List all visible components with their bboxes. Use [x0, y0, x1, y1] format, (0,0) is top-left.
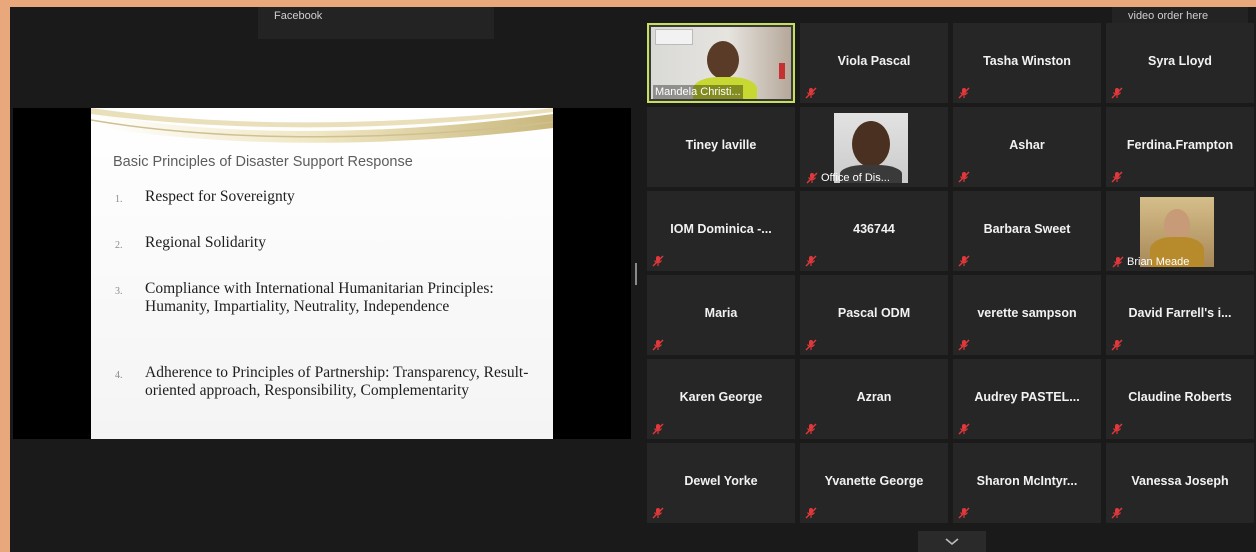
participant-name: Sharon McIntyr...: [976, 474, 1078, 488]
participant-name: Azran: [856, 390, 892, 404]
participant-name: Ashar: [1009, 138, 1045, 152]
mic-muted-icon: [958, 507, 970, 519]
participant-tile[interactable]: IOM Dominica -...: [647, 191, 795, 271]
mic-muted-icon: [805, 507, 817, 519]
participant-name-label: Office of Dis...: [804, 171, 892, 185]
participant-name: 436744: [853, 222, 895, 236]
participant-name: Barbara Sweet: [983, 222, 1071, 236]
participant-tile[interactable]: Claudine Roberts: [1106, 359, 1254, 439]
meeting-window: Facebook video order here Basic Principl…: [10, 7, 1256, 552]
mic-muted-icon: [805, 339, 817, 351]
participant-tile[interactable]: Syra Lloyd: [1106, 23, 1254, 103]
participant-name: Pascal ODM: [837, 306, 911, 320]
participant-name: Viola Pascal: [837, 54, 911, 68]
mic-muted-icon: [958, 339, 970, 351]
participant-name: Brian Meade: [1127, 256, 1190, 268]
slide-title: Basic Principles of Disaster Support Res…: [113, 154, 413, 170]
participant-name-label: Brian Meade: [1110, 255, 1191, 269]
participant-name: Yvanette George: [824, 474, 924, 488]
mic-muted-icon: [1111, 87, 1123, 99]
bullet-number: 1.: [115, 194, 123, 205]
mic-muted-icon: [958, 423, 970, 435]
bullet-text: Respect for Sovereignty: [145, 188, 295, 205]
gallery-next-page-button[interactable]: [918, 531, 986, 552]
person-head: [852, 121, 890, 167]
person-head: [707, 41, 739, 79]
participant-name: David Farrell's i...: [1128, 306, 1232, 320]
mic-muted-icon: [805, 255, 817, 267]
mic-muted-icon: [1112, 256, 1124, 268]
screen-share-area: Basic Principles of Disaster Support Res…: [13, 108, 631, 439]
participant-tile[interactable]: Yvanette George: [800, 443, 948, 523]
participant-tile[interactable]: Audrey PASTEL...: [953, 359, 1101, 439]
mic-muted-icon: [806, 172, 818, 184]
participant-tile[interactable]: Vanessa Joseph: [1106, 443, 1254, 523]
notification-text: Facebook: [274, 10, 323, 22]
participant-tile[interactable]: Office of Dis...: [800, 107, 948, 187]
bullet-number: 4.: [115, 370, 123, 381]
mic-muted-icon: [1111, 423, 1123, 435]
participant-name: IOM Dominica -...: [670, 222, 772, 236]
mic-muted-icon: [652, 423, 664, 435]
chevron-down-icon: [945, 537, 959, 545]
slide-header-swoosh: [91, 108, 553, 143]
participant-tile[interactable]: Maria: [647, 275, 795, 355]
notification-toast-left[interactable]: Facebook: [258, 7, 494, 39]
bullet-number: 2.: [115, 240, 123, 251]
participant-tile[interactable]: Viola Pascal: [800, 23, 948, 103]
mic-muted-icon: [1111, 171, 1123, 183]
bullet-text: Compliance with International Humanitari…: [145, 280, 494, 315]
participant-name: Dewel Yorke: [684, 474, 758, 488]
participant-name: Tasha Winston: [983, 54, 1071, 68]
mic-muted-icon: [1111, 507, 1123, 519]
participant-name: verette sampson: [977, 306, 1077, 320]
participant-name: Karen George: [679, 390, 763, 404]
participant-tile[interactable]: Ashar: [953, 107, 1101, 187]
mic-muted-icon: [805, 423, 817, 435]
participant-tile[interactable]: verette sampson: [953, 275, 1101, 355]
mic-muted-icon: [652, 339, 664, 351]
panel-splitter-handle[interactable]: [635, 263, 637, 285]
participant-tile[interactable]: Azran: [800, 359, 948, 439]
mic-muted-icon: [805, 87, 817, 99]
wall-poster: [655, 29, 693, 45]
participant-tile[interactable]: Dewel Yorke: [647, 443, 795, 523]
participant-name: Tiney laville: [685, 138, 757, 152]
participant-name: Maria: [704, 306, 738, 320]
participant-name-label: Mandela Christi...: [653, 85, 743, 99]
mic-muted-icon: [958, 171, 970, 183]
participant-name: Mandela Christi...: [655, 86, 741, 98]
participant-tile[interactable]: Barbara Sweet: [953, 191, 1101, 271]
mic-muted-icon: [958, 87, 970, 99]
participant-tile[interactable]: David Farrell's i...: [1106, 275, 1254, 355]
mic-muted-icon: [958, 255, 970, 267]
participant-name: Ferdina.Frampton: [1126, 138, 1234, 152]
participant-tile[interactable]: Karen George: [647, 359, 795, 439]
mic-muted-icon: [652, 507, 664, 519]
participant-name: Audrey PASTEL...: [974, 390, 1080, 404]
mic-muted-icon: [652, 255, 664, 267]
participant-tile[interactable]: Mandela Christi...: [647, 23, 795, 103]
participant-name: Claudine Roberts: [1128, 390, 1232, 404]
participant-tile[interactable]: Ferdina.Frampton: [1106, 107, 1254, 187]
participant-tile[interactable]: Pascal ODM: [800, 275, 948, 355]
participant-tile[interactable]: Sharon McIntyr...: [953, 443, 1101, 523]
participant-name: Vanessa Joseph: [1131, 474, 1229, 488]
participant-tile[interactable]: Tiney laville: [647, 107, 795, 187]
mic-muted-icon: [1111, 339, 1123, 351]
presentation-slide: Basic Principles of Disaster Support Res…: [91, 108, 553, 439]
bullet-text: Adherence to Principles of Partnership: …: [145, 364, 529, 399]
participant-tile[interactable]: Brian Meade: [1106, 191, 1254, 271]
notification-text: video order here: [1128, 10, 1209, 22]
participant-tile[interactable]: Tasha Winston: [953, 23, 1101, 103]
bullet-number: 3.: [115, 286, 123, 297]
participant-tile[interactable]: 436744: [800, 191, 948, 271]
bullet-text: Regional Solidarity: [145, 234, 266, 251]
wall-item: [779, 63, 785, 79]
participant-name: Syra Lloyd: [1148, 54, 1212, 68]
participant-name: Office of Dis...: [821, 172, 890, 184]
